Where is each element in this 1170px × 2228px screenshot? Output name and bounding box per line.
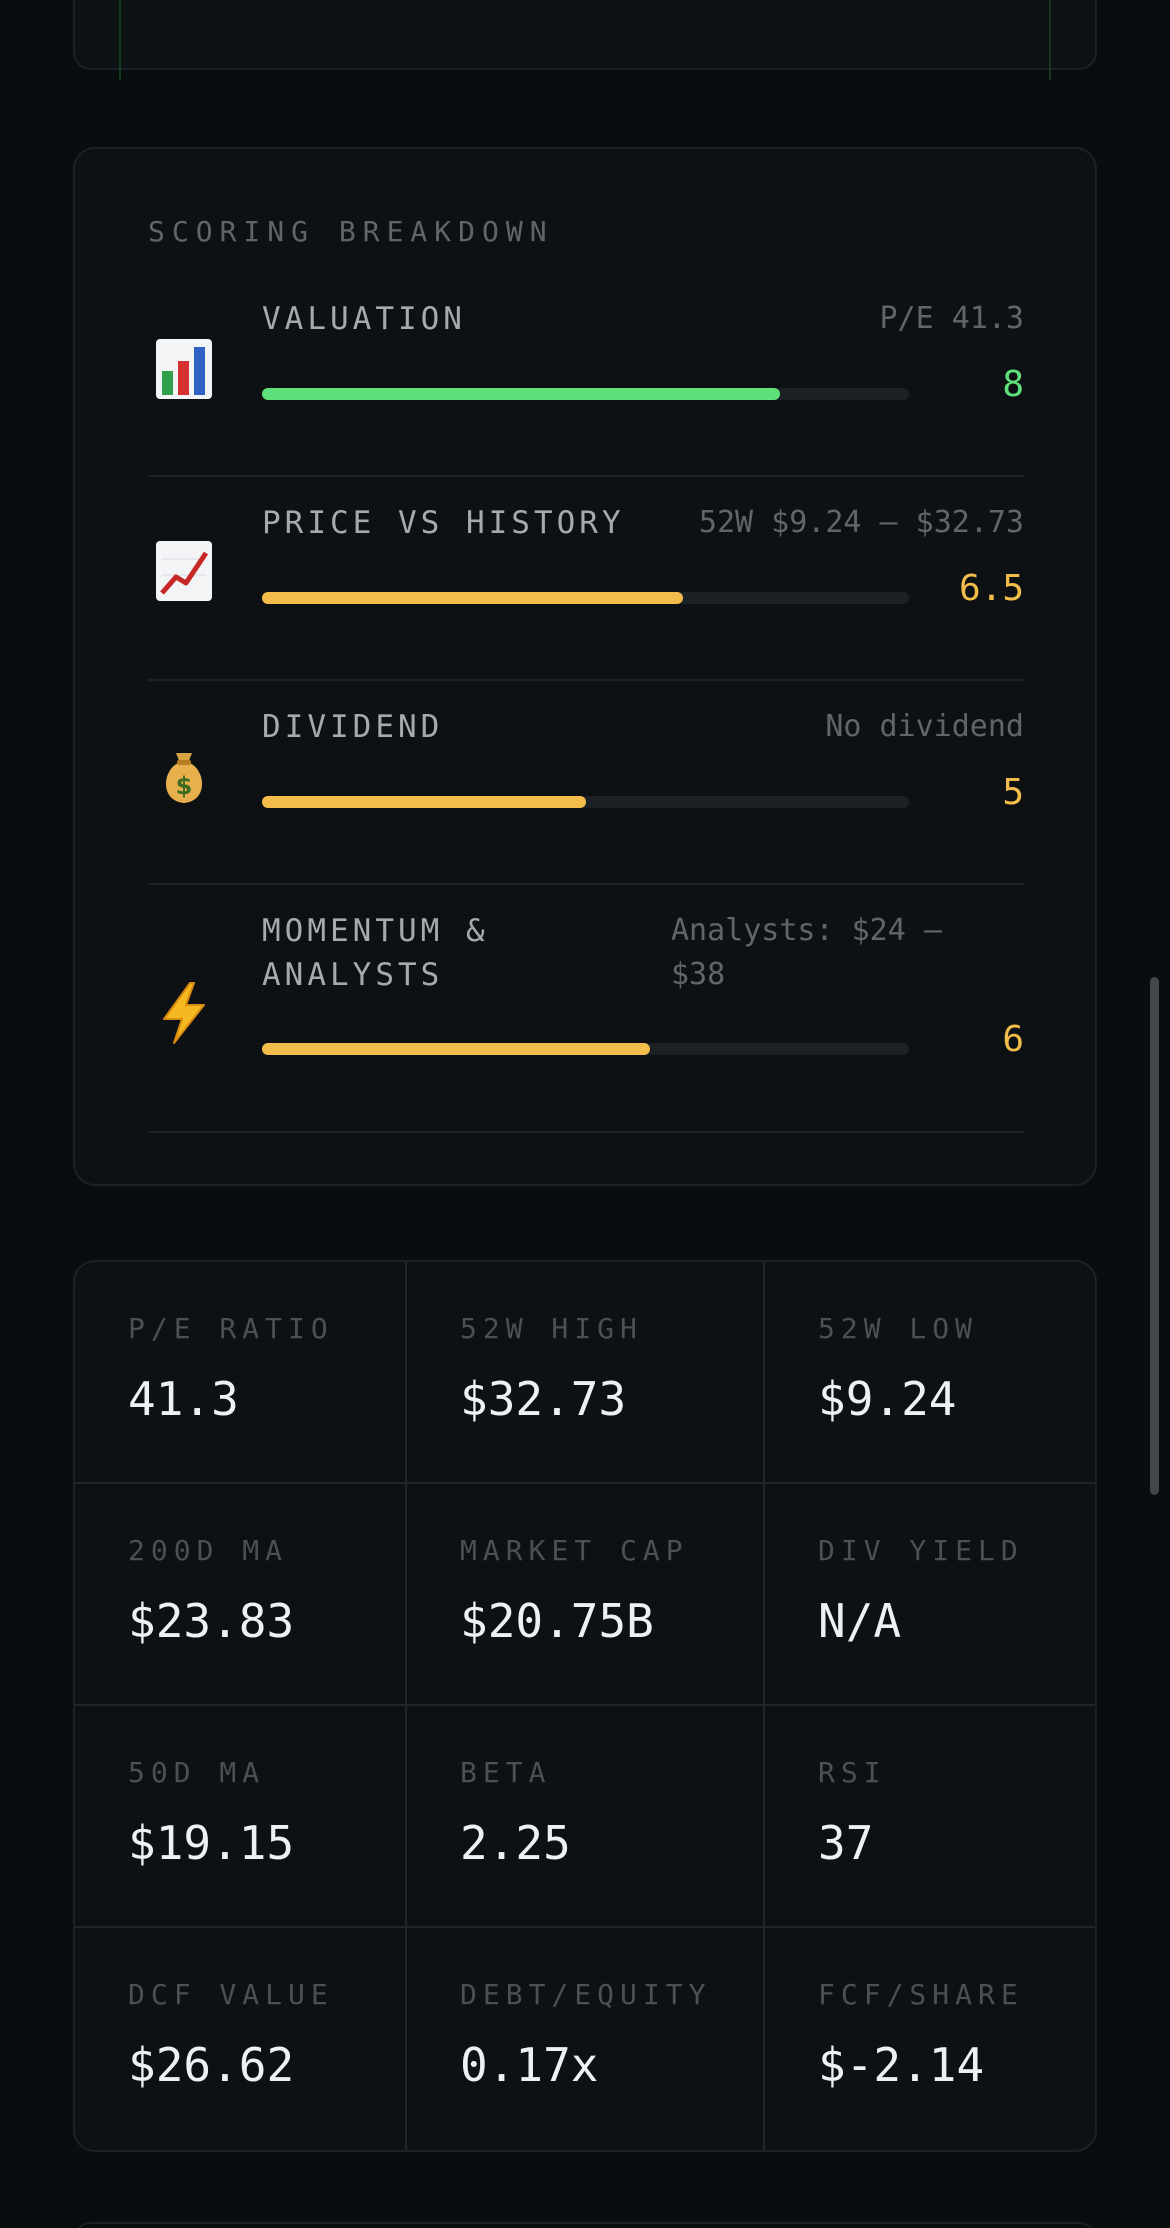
metric-label: 200D MA xyxy=(128,1534,289,1567)
metric-label: BETA xyxy=(460,1756,552,1789)
metric-label: DIV YIELD xyxy=(818,1534,1024,1567)
score-bar xyxy=(262,592,909,604)
metric-label: 52W HIGH xyxy=(460,1312,643,1345)
score-bar-fill xyxy=(262,388,780,400)
score-label-line: ANALYSTS xyxy=(262,957,444,993)
metric-value: $19.15 xyxy=(128,1816,295,1870)
score-row-dividend: $ DIVIDEND No dividend 5 xyxy=(148,679,1024,885)
metrics-grid: P/E RATIO 41.3 52W HIGH $32.73 52W LOW $… xyxy=(75,1262,1095,2150)
scoring-breakdown-card: SCORING BREAKDOWN VALUATION P/E 41.3 8 P… xyxy=(73,147,1097,1186)
score-value: 6 xyxy=(1002,1019,1024,1060)
metric-value: $-2.14 xyxy=(818,2038,985,2092)
score-label: DIVIDEND xyxy=(262,709,444,745)
score-bar-fill xyxy=(262,592,683,604)
score-label-line: MOMENTUM & xyxy=(262,913,489,949)
next-card-edge xyxy=(73,2222,1097,2228)
metric-label: DCF VALUE xyxy=(128,1978,334,2011)
score-bar xyxy=(262,1043,909,1055)
score-detail: 52W $9.24 — $32.73 xyxy=(698,505,1024,540)
metric-debt-equity: DEBT/EQUITY 0.17x xyxy=(407,1928,763,2150)
metric-label: 50D MA xyxy=(128,1756,266,1789)
previous-card xyxy=(73,0,1097,80)
score-label: MOMENTUM & ANALYSTS xyxy=(262,909,489,997)
bar-chart-icon xyxy=(148,333,220,405)
svg-text:$: $ xyxy=(176,772,193,800)
score-value: 6.5 xyxy=(958,568,1024,609)
corner-accent-left xyxy=(75,0,121,80)
metric-value: 41.3 xyxy=(128,1372,239,1426)
metric-200d-ma: 200D MA $23.83 xyxy=(75,1484,405,1704)
score-detail: No dividend xyxy=(825,709,1024,744)
metric-label: DEBT/EQUITY xyxy=(460,1978,712,2011)
score-bar xyxy=(262,796,909,808)
score-row-price-vs-history: PRICE VS HISTORY 52W $9.24 — $32.73 6.5 xyxy=(148,475,1024,681)
score-detail-line: Analysts: $24 — xyxy=(671,913,942,948)
metric-pe-ratio: P/E RATIO 41.3 xyxy=(75,1262,405,1482)
score-value: 8 xyxy=(1002,364,1024,405)
metric-52w-high: 52W HIGH $32.73 xyxy=(407,1262,763,1482)
metric-market-cap: MARKET CAP $20.75B xyxy=(407,1484,763,1704)
metric-value: 0.17x xyxy=(460,2038,599,2092)
metric-label: 52W LOW xyxy=(818,1312,979,1345)
score-row-momentum-analysts: MOMENTUM & ANALYSTS Analysts: $24 — $38 … xyxy=(148,883,1024,1133)
scrollbar-thumb[interactable] xyxy=(1150,977,1159,1495)
metric-value: $26.62 xyxy=(128,2038,295,2092)
lightning-icon xyxy=(148,977,220,1049)
score-detail-line: $38 xyxy=(671,957,726,992)
score-detail: Analysts: $24 — $38 xyxy=(671,909,942,997)
metric-label: MARKET CAP xyxy=(460,1534,689,1567)
metric-50d-ma: 50D MA $19.15 xyxy=(75,1706,405,1926)
score-label: VALUATION xyxy=(262,301,466,337)
metric-value: 37 xyxy=(818,1816,874,1870)
score-detail: P/E 41.3 xyxy=(879,301,1025,336)
metric-value: $9.24 xyxy=(818,1372,957,1426)
metric-value: 2.25 xyxy=(460,1816,571,1870)
corner-accent-right xyxy=(1049,0,1095,80)
metric-value: $23.83 xyxy=(128,1594,295,1648)
metric-beta: BETA 2.25 xyxy=(407,1706,763,1926)
metric-label: FCF/SHARE xyxy=(818,1978,1024,2011)
score-row-valuation: VALUATION P/E 41.3 8 xyxy=(148,283,1024,477)
score-bar-fill xyxy=(262,796,586,808)
metric-label: P/E RATIO xyxy=(128,1312,334,1345)
score-value: 5 xyxy=(1002,772,1024,813)
metric-dcf-value: DCF VALUE $26.62 xyxy=(75,1928,405,2150)
metric-label: RSI xyxy=(818,1756,887,1789)
metric-value: $32.73 xyxy=(460,1372,627,1426)
metric-value: N/A xyxy=(818,1594,902,1648)
metric-52w-low: 52W LOW $9.24 xyxy=(765,1262,1095,1482)
metric-fcf-share: FCF/SHARE $-2.14 xyxy=(765,1928,1095,2150)
metric-div-yield: DIV YIELD N/A xyxy=(765,1484,1095,1704)
score-bar xyxy=(262,388,909,400)
key-metrics-card: P/E RATIO 41.3 52W HIGH $32.73 52W LOW $… xyxy=(73,1260,1097,2152)
scoring-breakdown-title: SCORING BREAKDOWN xyxy=(148,215,554,248)
metric-value: $20.75B xyxy=(460,1594,654,1648)
score-label: PRICE VS HISTORY xyxy=(262,505,625,541)
score-bar-fill xyxy=(262,1043,651,1055)
money-bag-icon: $ xyxy=(148,739,220,811)
metric-rsi: RSI 37 xyxy=(765,1706,1095,1926)
chart-increasing-icon xyxy=(148,535,220,607)
